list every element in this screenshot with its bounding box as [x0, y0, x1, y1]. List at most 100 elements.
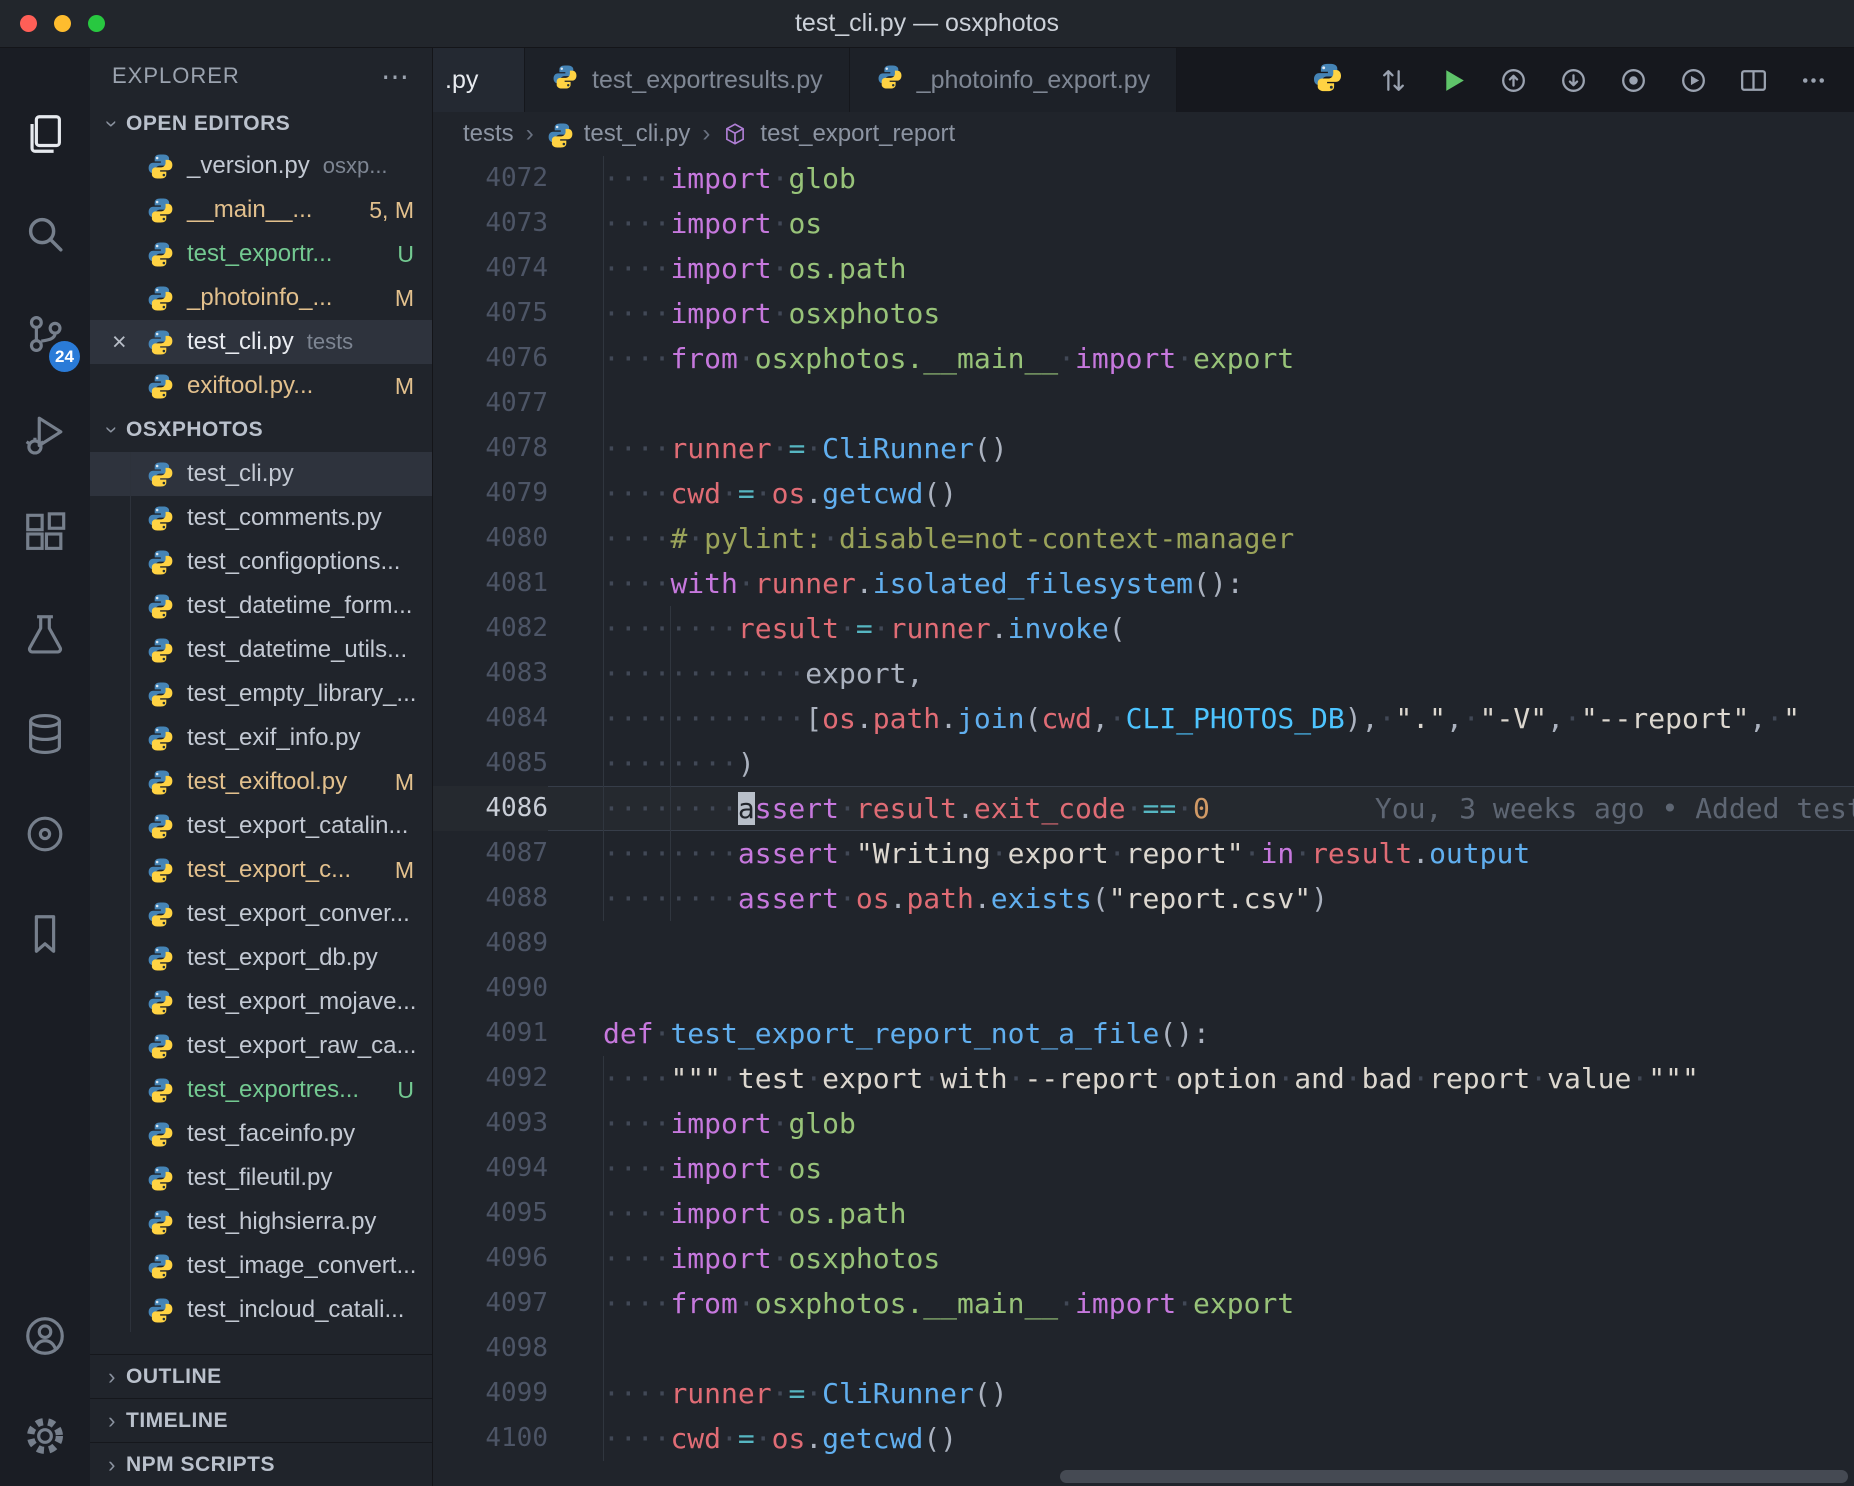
outline-section-header[interactable]: › OUTLINE [90, 1354, 432, 1398]
split-editor-icon[interactable] [1728, 55, 1778, 105]
line-number[interactable]: 4090 [433, 966, 548, 1011]
line-number[interactable]: 4097 [433, 1281, 548, 1326]
settings-gear-icon[interactable] [0, 1386, 90, 1486]
account-icon[interactable] [0, 1286, 90, 1386]
line-number[interactable]: 4086 [433, 786, 548, 831]
open-editors-header[interactable]: › OPEN EDITORS [90, 104, 432, 144]
line-number[interactable]: 4094 [433, 1146, 548, 1191]
npm-scripts-section-header[interactable]: › NPM SCRIPTS [90, 1442, 432, 1486]
run-and-debug-icon[interactable] [0, 384, 90, 484]
extensions-icon[interactable] [0, 484, 90, 584]
tree-item[interactable]: test_image_convert... [90, 1244, 432, 1288]
breadcrumb-file[interactable]: test_cli.py [584, 120, 691, 148]
tree-item[interactable]: test_exiftool.pyM [90, 760, 432, 804]
line-number[interactable]: 4096 [433, 1236, 548, 1281]
line-number[interactable]: 4100 [433, 1416, 548, 1461]
zoom-window-button[interactable] [88, 15, 105, 32]
timeline-section-header[interactable]: › TIMELINE [90, 1398, 432, 1442]
python-icon[interactable] [1308, 55, 1358, 105]
python-file-icon [146, 900, 175, 929]
open-editor-item[interactable]: _photoinfo_...M [90, 276, 432, 320]
run-to-line-icon[interactable] [1608, 55, 1658, 105]
line-number[interactable]: 4085 [433, 741, 548, 786]
line-number[interactable]: 4082 [433, 606, 548, 651]
code-editor[interactable]: 4072····import·glob4073····import·os4074… [433, 156, 1854, 1486]
line-number[interactable]: 4089 [433, 921, 548, 966]
source-control-icon[interactable]: 24 [0, 284, 90, 384]
open-editor-item[interactable]: _version.pyosxp... [90, 144, 432, 188]
disc-icon[interactable] [0, 784, 90, 884]
tab-photoinfo-export[interactable]: _photoinfo_export.py [850, 48, 1178, 112]
tree-item[interactable]: test_export_conver... [90, 892, 432, 936]
line-number[interactable]: 4078 [433, 426, 548, 471]
code-line-text [548, 966, 1854, 1011]
workspace-section-header[interactable]: › OSXPHOTOS [90, 408, 432, 452]
interactive-window-icon[interactable] [1668, 55, 1718, 105]
tree-item[interactable]: test_exif_info.py [90, 716, 432, 760]
line-number[interactable]: 4072 [433, 156, 548, 201]
tree-item[interactable]: test_datetime_form... [90, 584, 432, 628]
minimize-window-button[interactable] [54, 15, 71, 32]
tree-item[interactable]: test_export_catalin... [90, 804, 432, 848]
line-number[interactable]: 4080 [433, 516, 548, 561]
line-number[interactable]: 4087 [433, 831, 548, 876]
tree-item[interactable]: test_export_db.py [90, 936, 432, 980]
line-number[interactable]: 4092 [433, 1056, 548, 1101]
git-status-badge: M [395, 857, 414, 884]
close-editor-icon[interactable]: × [112, 328, 146, 357]
line-number[interactable]: 4083 [433, 651, 548, 696]
file-name: test_datetime_form... [187, 592, 412, 620]
open-editor-item[interactable]: × test_cli.pytests [90, 320, 432, 364]
line-number[interactable]: 4098 [433, 1326, 548, 1371]
explorer-more-actions-icon[interactable]: ⋯ [381, 60, 410, 93]
tree-item[interactable]: test_configoptions... [90, 540, 432, 584]
line-number[interactable]: 4099 [433, 1371, 548, 1416]
open-editor-item[interactable]: __main__...5, M [90, 188, 432, 232]
breadcrumb-symbol[interactable]: test_export_report [760, 120, 955, 148]
tree-item[interactable]: test_export_mojave... [90, 980, 432, 1024]
compare-changes-icon[interactable] [1368, 55, 1418, 105]
tree-item[interactable]: test_cli.py [90, 452, 432, 496]
line-number[interactable]: 4088 [433, 876, 548, 921]
tab-test-cli[interactable]: .py [433, 48, 525, 112]
tree-item[interactable]: test_datetime_utils... [90, 628, 432, 672]
run-below-icon[interactable] [1548, 55, 1598, 105]
line-number[interactable]: 4074 [433, 246, 548, 291]
line-number[interactable]: 4095 [433, 1191, 548, 1236]
explorer-icon[interactable] [0, 84, 90, 184]
open-editor-item[interactable]: exiftool.py...M [90, 364, 432, 408]
tree-item[interactable]: test_export_raw_ca... [90, 1024, 432, 1068]
line-number[interactable]: 4079 [433, 471, 548, 516]
line-number[interactable]: 4075 [433, 291, 548, 336]
line-number[interactable]: 4081 [433, 561, 548, 606]
testing-beaker-icon[interactable] [0, 584, 90, 684]
tree-item[interactable]: test_highsierra.py [90, 1200, 432, 1244]
line-number[interactable]: 4084 [433, 696, 548, 741]
tree-item[interactable]: test_exportres...U [90, 1068, 432, 1112]
open-editor-item[interactable]: test_exportr...U [90, 232, 432, 276]
tree-item[interactable]: test_comments.py [90, 496, 432, 540]
line-number[interactable]: 4091 [433, 1011, 548, 1056]
tree-item[interactable]: test_incloud_catali... [90, 1288, 432, 1332]
tree-item[interactable]: test_faceinfo.py [90, 1112, 432, 1156]
horizontal-scrollbar[interactable] [1060, 1470, 1848, 1483]
workspace-label: OSXPHOTOS [126, 418, 263, 442]
line-number[interactable]: 4093 [433, 1101, 548, 1146]
tree-item[interactable]: test_empty_library_... [90, 672, 432, 716]
database-icon[interactable] [0, 684, 90, 784]
close-window-button[interactable] [20, 15, 37, 32]
tree-item[interactable]: test_fileutil.py [90, 1156, 432, 1200]
line-number[interactable]: 4077 [433, 381, 548, 426]
more-actions-icon[interactable] [1788, 55, 1838, 105]
tab-test-exportresults[interactable]: test_exportresults.py [525, 48, 850, 112]
tree-item[interactable]: test_export_c...M [90, 848, 432, 892]
code-line: 4080····#·pylint:·disable=not-context-ma… [433, 516, 1854, 561]
run-above-icon[interactable] [1488, 55, 1538, 105]
editor-actions-toolbar [1308, 48, 1854, 112]
breadcrumb-folder[interactable]: tests [463, 120, 514, 148]
line-number[interactable]: 4076 [433, 336, 548, 381]
bookmarks-icon[interactable] [0, 884, 90, 984]
search-icon[interactable] [0, 184, 90, 284]
run-python-file-icon[interactable] [1428, 55, 1478, 105]
line-number[interactable]: 4073 [433, 201, 548, 246]
